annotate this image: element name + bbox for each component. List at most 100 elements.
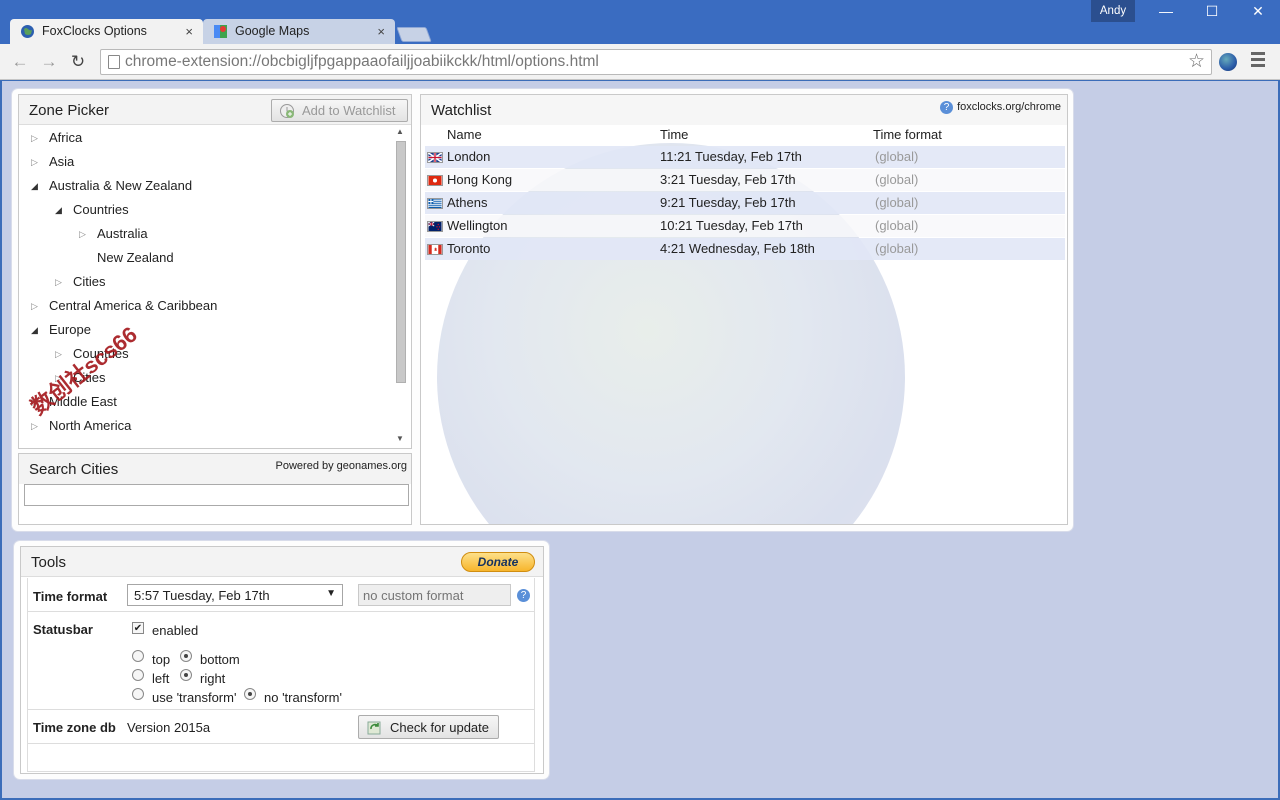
page-icon <box>108 55 120 69</box>
add-to-watchlist-button[interactable]: Add to Watchlist <box>271 99 408 122</box>
watchlist-row[interactable]: Wellington 10:21 Tuesday, Feb 17th (glob… <box>425 215 1065 237</box>
radio-use-transform[interactable] <box>132 688 144 700</box>
city-name: Hong Kong <box>447 172 513 187</box>
search-cities-title: Search Cities <box>29 461 119 478</box>
city-time: 9:21 Tuesday, Feb 17th <box>660 195 796 210</box>
time-format-row: Time format 5:57 Tuesday, Feb 17th ▼ ? <box>27 578 535 612</box>
expand-icon[interactable]: ▷ <box>55 272 62 292</box>
collapse-icon[interactable]: ◢ <box>31 176 38 196</box>
watchlist-column-headers: Name Time Time format <box>421 127 1067 145</box>
check-for-update-label: Check for update <box>390 720 490 735</box>
tools-panel: Tools Donate Time format 5:57 Tuesday, F… <box>20 546 544 774</box>
back-icon[interactable]: ← <box>8 50 32 74</box>
tree-label: New Zealand <box>97 250 174 265</box>
chrome-menu-icon[interactable] <box>1251 52 1265 70</box>
address-bar[interactable]: chrome-extension://obcbigljfpgappaaofail… <box>100 49 1212 75</box>
radio-no-transform[interactable] <box>244 688 256 700</box>
expand-icon[interactable]: ▷ <box>31 152 38 172</box>
tree-label: Europe <box>49 322 91 337</box>
tree-scrollbar[interactable]: ▲ ▼ <box>394 127 407 443</box>
reload-icon[interactable]: ↻ <box>66 50 90 74</box>
radio-no-transform-label: no 'transform' <box>264 690 342 705</box>
watchlist-row[interactable]: Hong Kong 3:21 Tuesday, Feb 17th (global… <box>425 169 1065 191</box>
expand-icon[interactable]: ▷ <box>31 296 38 316</box>
radio-left-label: left <box>152 671 170 686</box>
statusbar-enabled-checkbox[interactable]: ✔ <box>132 622 144 634</box>
search-cities-header: Search Cities Powered by geonames.org <box>19 454 411 484</box>
tools-header: Tools Donate <box>21 547 543 577</box>
check-for-update-button[interactable]: Check for update <box>358 715 499 739</box>
options-page: Zone Picker Add to Watchlist ▷ Africa ▷ As… <box>0 81 1280 800</box>
city-search-input[interactable] <box>24 484 409 506</box>
expand-icon[interactable]: ▷ <box>31 416 38 436</box>
time-format-select[interactable]: 5:57 Tuesday, Feb 17th ▼ <box>127 584 343 606</box>
scroll-thumb[interactable] <box>396 141 406 383</box>
collapse-icon[interactable]: ◢ <box>31 320 38 340</box>
foxclocks-globe-icon <box>21 25 34 38</box>
city-time: 4:21 Wednesday, Feb 18th <box>660 241 815 256</box>
statusbar-label: Statusbar <box>33 622 93 637</box>
watchlist-title: Watchlist <box>431 102 492 119</box>
dropdown-arrow-icon: ▼ <box>326 588 336 599</box>
city-time-format: (global) <box>875 241 919 256</box>
city-time-format: (global) <box>875 195 919 210</box>
city-name: Wellington <box>447 218 508 233</box>
profile-button[interactable]: Andy <box>1091 0 1135 22</box>
watchlist-row[interactable]: Athens 9:21 Tuesday, Feb 17th (global) <box>425 192 1065 214</box>
tab-foxclocks-options[interactable]: FoxClocks Options × <box>10 19 203 44</box>
radio-bottom[interactable] <box>180 650 192 662</box>
minimize-icon[interactable]: — <box>1143 0 1189 22</box>
expand-icon[interactable]: ▷ <box>79 224 86 244</box>
watchlist-header: Watchlist ? foxclocks.org/chrome <box>421 95 1067 125</box>
new-zealand-flag-icon <box>427 221 443 232</box>
forward-icon[interactable]: → <box>37 50 61 74</box>
collapse-icon[interactable]: ◢ <box>55 200 62 220</box>
expand-icon[interactable]: ▷ <box>31 128 38 148</box>
column-header-time[interactable]: Time <box>660 127 688 142</box>
time-zone-db-version: Version 2015a <box>127 720 211 735</box>
city-time-format: (global) <box>875 149 919 164</box>
browser-titlebar: FoxClocks Options × Google Maps × Andy —… <box>0 0 1280 44</box>
donate-button[interactable]: Donate <box>461 552 535 572</box>
zone-picker-header: Zone Picker Add to Watchlist <box>19 95 411 125</box>
expand-icon[interactable]: ▷ <box>55 344 62 364</box>
tab-title: FoxClocks Options <box>42 24 147 38</box>
radio-top[interactable] <box>132 650 144 662</box>
maximize-icon[interactable]: ☐ <box>1189 0 1235 22</box>
custom-format-input[interactable] <box>358 584 511 606</box>
time-format-selected: 5:57 Tuesday, Feb 17th <box>134 588 270 603</box>
column-header-time-format[interactable]: Time format <box>873 127 942 142</box>
scroll-up-icon[interactable]: ▲ <box>396 127 404 136</box>
close-tab-icon[interactable]: × <box>185 19 193 44</box>
city-time: 3:21 Tuesday, Feb 17th <box>660 172 796 187</box>
radio-right-label: right <box>200 671 226 686</box>
city-name: London <box>447 149 491 164</box>
help-icon[interactable]: ? <box>517 589 530 602</box>
bookmark-star-icon[interactable]: ☆ <box>1188 50 1205 74</box>
column-header-name[interactable]: Name <box>447 127 482 142</box>
tab-google-maps[interactable]: Google Maps × <box>203 19 395 44</box>
new-tab-button[interactable] <box>396 27 432 42</box>
tools-footer-row <box>27 744 535 772</box>
url-text[interactable]: chrome-extension://obcbigljfpgappaaofail… <box>125 53 599 71</box>
add-to-watchlist-label: Add to Watchlist <box>302 103 396 118</box>
radio-top-label: top <box>152 652 171 667</box>
foxclocks-help-link[interactable]: ? foxclocks.org/chrome <box>940 101 1061 114</box>
city-name: Athens <box>447 195 488 210</box>
close-window-icon[interactable]: ✕ <box>1235 0 1280 22</box>
help-icon: ? <box>940 101 954 114</box>
foxclocks-extension-icon[interactable] <box>1219 53 1237 71</box>
canada-flag-icon <box>427 244 443 255</box>
scroll-down-icon[interactable]: ▼ <box>396 434 404 443</box>
radio-right[interactable] <box>180 669 192 681</box>
radio-bottom-label: bottom <box>200 652 240 667</box>
tree-label: Australia & New Zealand <box>49 178 193 193</box>
time-format-label: Time format <box>33 589 108 604</box>
tree-label: Asia <box>49 154 75 169</box>
radio-left[interactable] <box>132 669 144 681</box>
statusbar-row: Statusbar ✔ enabled top bottom left righ… <box>27 612 535 710</box>
radio-use-transform-label: use 'transform' <box>152 690 237 705</box>
watchlist-row[interactable]: London 11:21 Tuesday, Feb 17th (global) <box>425 146 1065 168</box>
close-tab-icon[interactable]: × <box>377 19 385 44</box>
watchlist-row[interactable]: Toronto 4:21 Wednesday, Feb 18th (global… <box>425 238 1065 260</box>
